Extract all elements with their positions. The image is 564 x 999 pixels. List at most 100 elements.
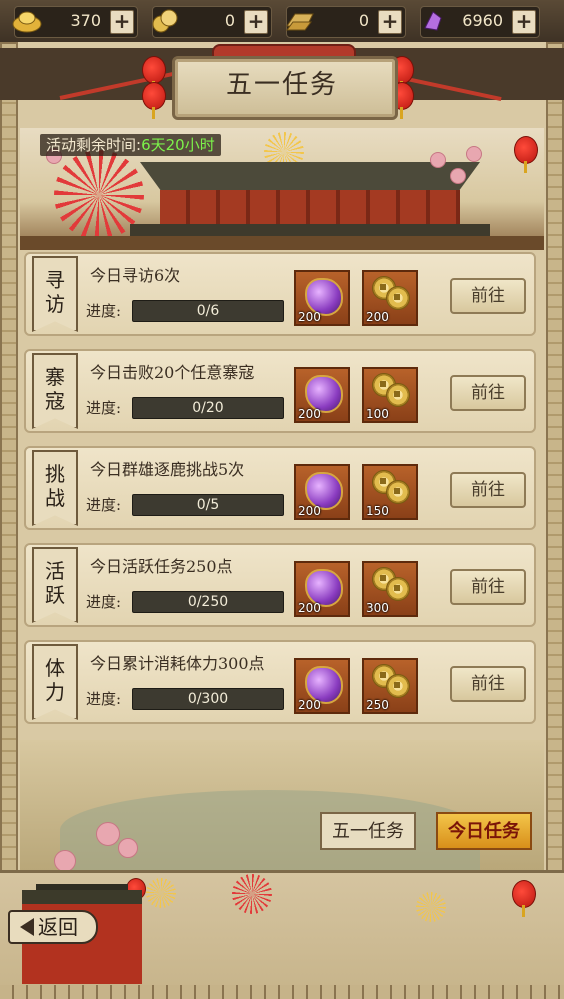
- reward-amount: 250: [366, 698, 389, 712]
- blossom-icon: [430, 152, 446, 168]
- task-tag: 活跃: [32, 547, 78, 623]
- resource-gems: 6960 +: [420, 6, 540, 38]
- go-button[interactable]: 前往: [450, 278, 526, 314]
- gems-value: 6960: [462, 11, 503, 30]
- progress-bar: 0/300: [132, 688, 284, 710]
- go-button[interactable]: 前往: [450, 666, 526, 702]
- reward-gem-slot[interactable]: 200: [294, 367, 350, 423]
- go-button[interactable]: 前往: [450, 472, 526, 508]
- purple-gem-icon: [415, 4, 451, 38]
- coin-icon: [386, 674, 410, 698]
- palace-roof: [140, 162, 480, 190]
- page-title: 五一任务: [225, 70, 338, 100]
- progress-bar: 0/5: [132, 494, 284, 516]
- reward-amount: 200: [298, 310, 321, 324]
- task-card: 挑战 今日群雄逐鹿挑战5次 进度: 0/5 200 150 前往: [24, 446, 536, 530]
- reward-coin-slot[interactable]: 100: [362, 367, 418, 423]
- tab-daily-tasks[interactable]: 今日任务: [436, 812, 532, 850]
- task-card: 活跃 今日活跃任务250点 进度: 0/250 200 300 前往: [24, 543, 536, 627]
- firework-icon: [416, 892, 446, 922]
- task-description: 今日击败20个任意寨寇: [90, 363, 255, 382]
- add-coins-button[interactable]: +: [244, 10, 268, 34]
- progress-bar: 0/6: [132, 300, 284, 322]
- reward-coin-slot[interactable]: 250: [362, 658, 418, 714]
- resource-gold: 370 +: [12, 6, 138, 38]
- tab-bar: 五一任务 今日任务: [0, 812, 564, 850]
- silver-bar-icon: [281, 4, 317, 38]
- progress-label: 进度:: [86, 302, 122, 320]
- blossom-icon: [450, 168, 466, 184]
- reward-amount: 200: [298, 698, 321, 712]
- reward-amount: 300: [366, 601, 389, 615]
- task-tag: 体力: [32, 644, 78, 720]
- progress-label: 进度:: [86, 399, 122, 417]
- coin-stack-icon: [147, 4, 183, 38]
- progress-label: 进度:: [86, 593, 122, 611]
- tab-may-day-tasks[interactable]: 五一任务: [320, 812, 416, 850]
- reward-coin-slot[interactable]: 300: [362, 561, 418, 617]
- event-timer: 活动剩余时间:6天20小时: [40, 134, 221, 156]
- coin-icon: [386, 480, 410, 504]
- reward-gem-slot[interactable]: 200: [294, 270, 350, 326]
- reward-amount: 150: [366, 504, 389, 518]
- reward-gem-slot[interactable]: 200: [294, 561, 350, 617]
- add-silver-button[interactable]: +: [378, 10, 402, 34]
- task-tag: 挑战: [32, 450, 78, 526]
- firework-icon: [232, 874, 272, 914]
- task-description: 今日群雄逐鹿挑战5次: [90, 460, 245, 479]
- progress-value: 0/20: [192, 400, 224, 416]
- back-label: 返回: [38, 915, 78, 939]
- knot-ornament-icon: [512, 880, 536, 917]
- resource-silver: 0 +: [286, 6, 406, 38]
- coin-icon: [386, 383, 410, 407]
- add-gold-button[interactable]: +: [110, 10, 134, 34]
- go-button[interactable]: 前往: [450, 375, 526, 411]
- go-button[interactable]: 前往: [450, 569, 526, 605]
- gold-ingot-icon: [9, 4, 45, 38]
- silver-value: 0: [358, 11, 369, 30]
- timer-value: 6天20小时: [141, 136, 215, 154]
- reward-gem-slot[interactable]: 200: [294, 464, 350, 520]
- resource-bar: 370 + 0 + 0 + 6960 +: [0, 0, 564, 44]
- reward-amount: 100: [366, 407, 389, 421]
- timer-label: 活动剩余时间:: [46, 136, 142, 154]
- reward-coin-slot[interactable]: 150: [362, 464, 418, 520]
- footer-strip: [0, 985, 564, 999]
- blossom-icon: [466, 146, 482, 162]
- palace-eave: [130, 224, 490, 236]
- back-arrow-icon: [20, 918, 34, 936]
- blossom-icon: [54, 850, 76, 872]
- coin-icon: [386, 286, 410, 310]
- frame-border-right: [546, 42, 564, 999]
- lantern-icon: [142, 56, 166, 93]
- add-gems-button[interactable]: +: [512, 10, 536, 34]
- reward-amount: 200: [298, 601, 321, 615]
- reward-amount: 200: [298, 407, 321, 421]
- progress-label: 进度:: [86, 690, 122, 708]
- task-tag: 寻访: [32, 256, 78, 332]
- reward-gem-slot[interactable]: 200: [294, 658, 350, 714]
- coins-value: 0: [224, 11, 235, 30]
- back-button[interactable]: 返回: [8, 910, 98, 944]
- task-card: 寻访 今日寻访6次 进度: 0/6 200 200 前往: [24, 252, 536, 336]
- resource-coins: 0 +: [152, 6, 272, 38]
- progress-label: 进度:: [86, 496, 122, 514]
- progress-bar: 0/250: [132, 591, 284, 613]
- task-description: 今日活跃任务250点: [90, 557, 233, 576]
- reward-amount: 200: [366, 310, 389, 324]
- task-card: 寨寇 今日击败20个任意寨寇 进度: 0/20 200 100 前往: [24, 349, 536, 433]
- lantern-icon: [142, 82, 166, 119]
- frame-border-left: [0, 42, 18, 999]
- palace-base: [20, 236, 544, 250]
- firework-icon: [146, 878, 176, 908]
- progress-value: 0/5: [196, 497, 220, 513]
- task-description: 今日寻访6次: [90, 266, 181, 285]
- progress-bar: 0/20: [132, 397, 284, 419]
- reward-amount: 200: [298, 504, 321, 518]
- reward-coin-slot[interactable]: 200: [362, 270, 418, 326]
- gold-value: 370: [70, 11, 101, 30]
- coin-icon: [386, 577, 410, 601]
- knot-ornament-icon: [514, 136, 538, 173]
- task-card: 体力 今日累计消耗体力300点 进度: 0/300 200 250 前往: [24, 640, 536, 724]
- progress-value: 0/300: [187, 691, 229, 707]
